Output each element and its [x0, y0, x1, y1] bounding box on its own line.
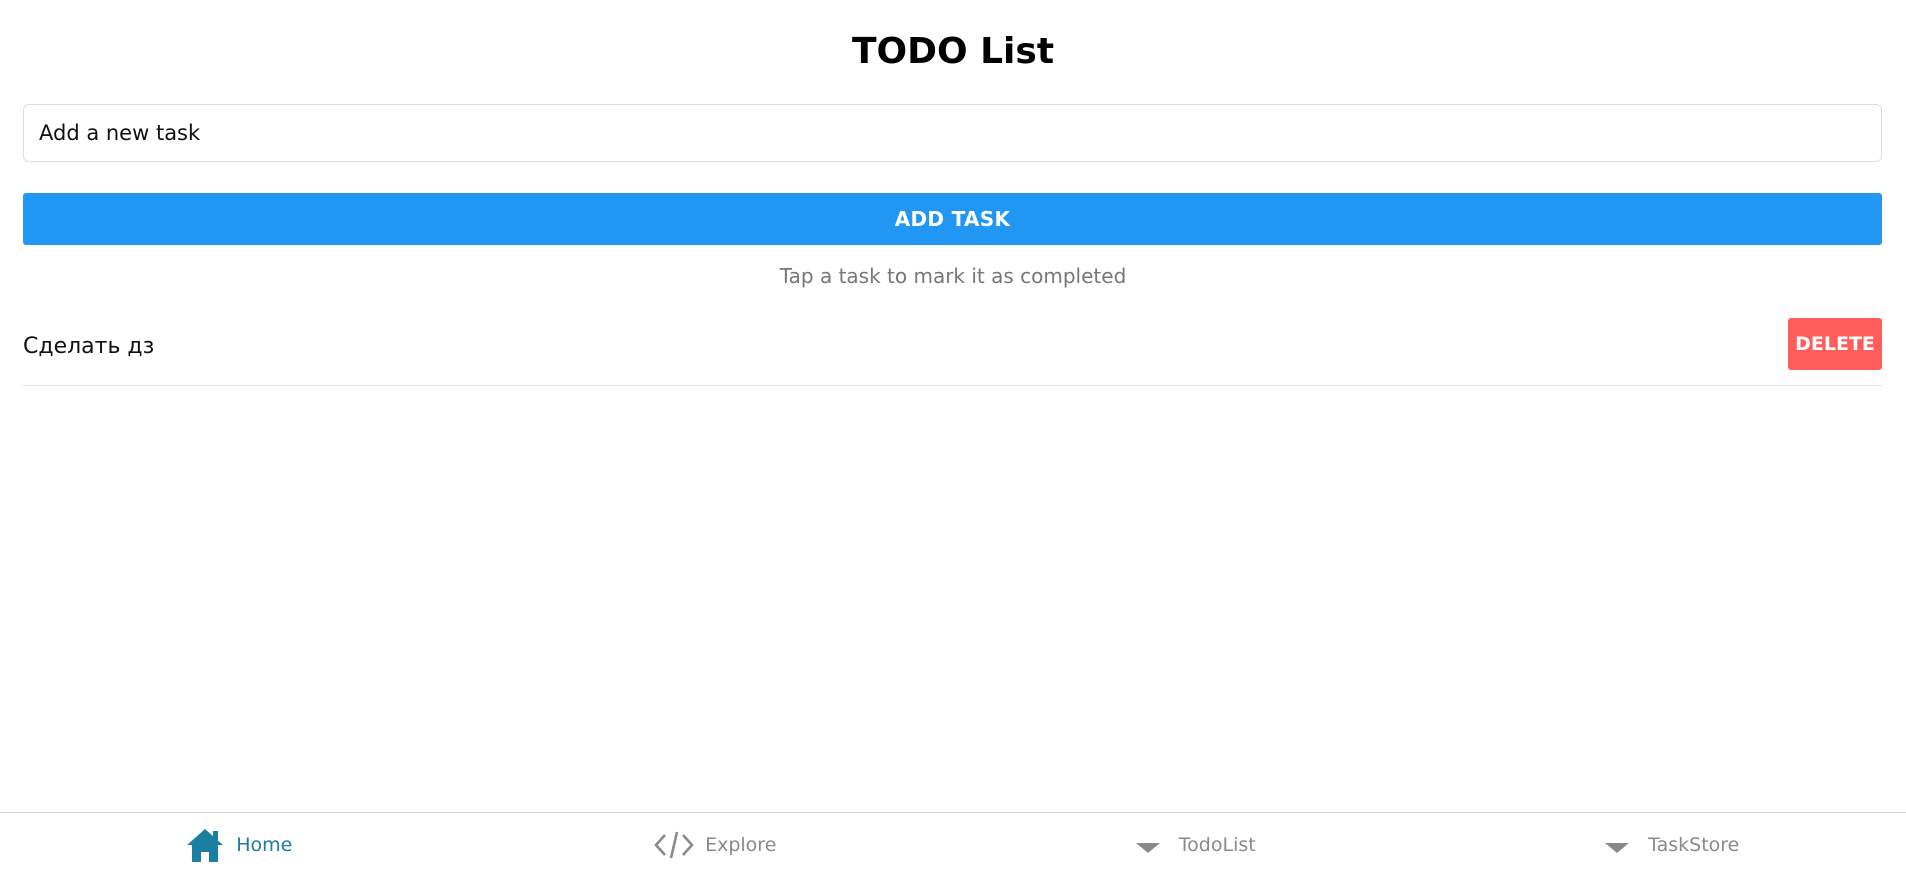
- task-text[interactable]: Сделать дз: [23, 332, 154, 362]
- tab-todolist-label: TodoList: [1178, 834, 1256, 856]
- tab-explore[interactable]: Explore: [477, 813, 954, 876]
- tab-taskstore[interactable]: TaskStore: [1430, 813, 1906, 876]
- app-screen: TODO List ADD TASK Tap a task to mark it…: [0, 0, 1906, 876]
- task-item[interactable]: Сделать дз DELETE: [23, 310, 1882, 386]
- hint-text: Tap a task to mark it as completed: [779, 264, 1127, 288]
- bottom-tab-bar: Home Explore TodoList TaskStore: [0, 812, 1906, 876]
- tab-todolist[interactable]: TodoList: [953, 813, 1430, 876]
- caret-down-icon: [1127, 824, 1169, 866]
- tab-home-label: Home: [236, 834, 293, 856]
- delete-task-button[interactable]: DELETE: [1788, 318, 1882, 370]
- task-list: Сделать дз DELETE: [23, 310, 1882, 386]
- home-icon: [184, 824, 226, 866]
- code-icon: [653, 824, 695, 866]
- new-task-input[interactable]: [23, 104, 1882, 162]
- tab-explore-label: Explore: [705, 834, 777, 856]
- tab-taskstore-label: TaskStore: [1648, 834, 1740, 856]
- caret-down-icon: [1596, 824, 1638, 866]
- page-title: TODO List: [851, 31, 1055, 72]
- tab-home[interactable]: Home: [0, 813, 477, 876]
- add-task-button[interactable]: ADD TASK: [23, 193, 1882, 245]
